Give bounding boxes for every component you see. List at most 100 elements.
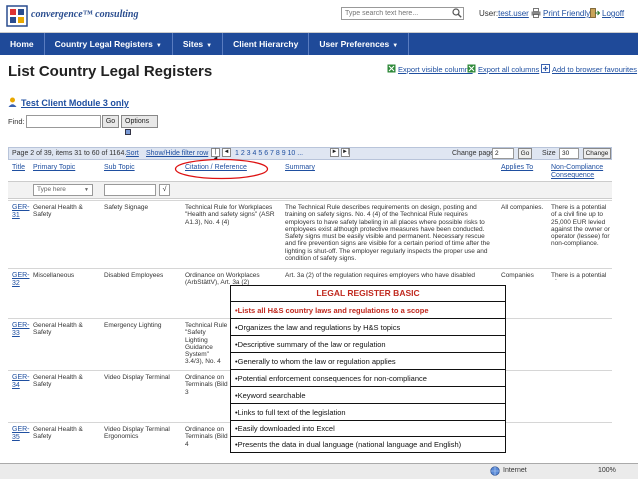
- filter-placeholder: Type here: [37, 186, 66, 193]
- row-id-link[interactable]: GER-33: [12, 322, 30, 338]
- excel-icon[interactable]: [467, 64, 476, 73]
- row-consequence: There is a potential of a civil fine up …: [551, 204, 610, 248]
- caret-down-icon: ▼: [206, 43, 213, 49]
- options-button[interactable]: Options: [121, 115, 158, 136]
- nav-hierarchy-label: Client Hierarchy: [233, 39, 299, 49]
- row-divider: [8, 268, 612, 269]
- nav-home[interactable]: Home: [0, 33, 45, 55]
- user-info: User:test.user: [479, 9, 529, 18]
- pager-info: Page 2 of 39, items 31 to 60 of 1164.: [12, 150, 127, 157]
- nav-sites-label: Sites: [182, 39, 204, 49]
- nav-client-hierarchy[interactable]: Client Hierarchy: [223, 33, 310, 55]
- user-icon: [8, 97, 17, 107]
- options-icon: [125, 129, 131, 136]
- header-primary-topic[interactable]: Primary Topic: [33, 164, 75, 172]
- row-primary-topic: General Health & Safety: [33, 322, 83, 337]
- row-consequence: There is a potential of a: [551, 272, 607, 280]
- excel-icon[interactable]: [387, 64, 396, 73]
- callout-item: •Potential enforcement consequences for …: [231, 369, 505, 386]
- caret-down-icon: ▼: [155, 43, 162, 49]
- add-to-favourites-link[interactable]: Add to browser favourites: [552, 65, 637, 74]
- export-all-columns-link[interactable]: Export all columns: [478, 65, 539, 74]
- header-summary[interactable]: Summary: [285, 164, 315, 172]
- callout-item: •Links to full text of the legislation: [231, 403, 505, 420]
- row-sub-topic: Disabled Employees: [104, 272, 164, 279]
- callout-item: •Lists all H&S country laws and regulati…: [231, 301, 505, 318]
- user-label: User:: [479, 9, 499, 18]
- chevron-down-icon: ▼: [84, 187, 89, 193]
- change-page-input[interactable]: 2: [492, 148, 514, 159]
- row-id-link[interactable]: GER-34: [12, 374, 30, 390]
- find-label: Find:: [8, 117, 25, 126]
- callout-item: •Easily downloaded into Excel: [231, 420, 505, 436]
- search-icon[interactable]: [452, 8, 462, 18]
- nav-sites[interactable]: Sites ▼: [173, 33, 224, 55]
- callout-title: LEGAL REGISTER BASIC: [316, 288, 420, 298]
- row-sub-topic: Emergency Lighting: [104, 322, 162, 329]
- row-applies-to: Companies: [501, 272, 534, 279]
- sort-link[interactable]: Sort: [126, 150, 139, 157]
- sub-topic-filter-input[interactable]: [104, 184, 156, 196]
- row-id-link[interactable]: GER-32: [12, 272, 30, 288]
- page-title: List Country Legal Registers: [8, 63, 213, 80]
- logoff-link[interactable]: Logoff: [602, 9, 624, 18]
- page-size-input[interactable]: 30: [559, 148, 579, 159]
- row-id-link[interactable]: GER-31: [12, 204, 30, 220]
- nav-user-preferences[interactable]: User Preferences ▼: [309, 33, 410, 55]
- next-page-button[interactable]: ►: [330, 148, 339, 157]
- header-title[interactable]: Title: [12, 164, 25, 172]
- search-input[interactable]: [341, 7, 464, 20]
- callout-item: •Organizes the law and regulations by H&…: [231, 318, 505, 335]
- row-sub-topic: Safety Signage: [104, 204, 149, 211]
- logoff-icon[interactable]: [590, 8, 600, 18]
- nav-home-label: Home: [10, 39, 34, 49]
- row-id-link[interactable]: GER-35: [12, 426, 30, 442]
- row-primary-topic: General Health & Safety: [33, 426, 83, 441]
- row-sub-topic: Video Display Terminal: [104, 374, 170, 381]
- callout-item: •Descriptive summary of the law or regul…: [231, 335, 505, 352]
- row-divider: [8, 200, 612, 201]
- page-number-links[interactable]: 1 2 3 4 5 6 7 8 9 10 ...: [235, 150, 303, 157]
- filter-apply-checkbox[interactable]: √: [159, 184, 170, 196]
- change-page-label: Change page:: [452, 150, 496, 157]
- header-sub-topic[interactable]: Sub Topic: [104, 164, 135, 172]
- module-link[interactable]: Test Client Module 3 only: [21, 98, 129, 108]
- first-page-button[interactable]: |◄: [211, 148, 220, 162]
- security-zone-label: Internet: [503, 467, 527, 474]
- nav-preferences-label: User Preferences: [319, 39, 390, 49]
- row-applies-to: All companies.: [501, 204, 544, 211]
- globe-icon: [490, 466, 500, 476]
- primary-topic-filter-select[interactable]: Type here ▼: [33, 184, 93, 196]
- last-page-button[interactable]: ►|: [341, 148, 350, 157]
- row-summary: The Technical Rule describes requirement…: [285, 204, 490, 263]
- filter-row: [8, 181, 612, 199]
- favourites-icon[interactable]: [541, 64, 550, 73]
- zoom-level[interactable]: 100%: [598, 467, 616, 474]
- callout-item: •Presents the data in dual language (nat…: [231, 436, 505, 452]
- user-name-link[interactable]: test.user: [498, 9, 529, 18]
- find-input[interactable]: [26, 115, 101, 128]
- printer-icon[interactable]: [531, 8, 541, 18]
- logo-text: convergence™ consulting: [31, 9, 139, 20]
- prev-page-button[interactable]: ◄: [222, 148, 231, 157]
- row-sub-topic: Video Display Terminal Ergonomics: [104, 426, 170, 441]
- highlight-ellipse: [174, 158, 269, 180]
- row-primary-topic: General Health & Safety: [33, 204, 83, 219]
- row-citation: Technical Rule for Workplaces "Health an…: [185, 204, 275, 226]
- nav-registers-label: Country Legal Registers: [54, 39, 153, 49]
- callout-item: •Generally to whom the law or regulation…: [231, 352, 505, 369]
- header-consequence[interactable]: Non-Compliance Consequence: [551, 164, 611, 180]
- header-applies-to[interactable]: Applies To: [501, 164, 533, 172]
- caret-down-icon: ▼: [392, 43, 399, 49]
- nav-country-legal-registers[interactable]: Country Legal Registers ▼: [45, 33, 173, 55]
- page-size-change-button[interactable]: Change: [583, 148, 611, 159]
- size-label: Size: [542, 150, 556, 157]
- print-friendly-link[interactable]: Print Friendly: [543, 9, 590, 18]
- main-nav: Home Country Legal Registers ▼ Sites ▼ Cli…: [0, 33, 638, 55]
- change-page-go-button[interactable]: Go: [518, 148, 532, 159]
- toggle-filter-row-link[interactable]: Show/Hide filter row: [146, 150, 208, 157]
- find-go-button[interactable]: Go: [102, 115, 119, 128]
- row-primary-topic: General Health & Safety: [33, 374, 83, 389]
- browser-status-bar: [0, 463, 638, 479]
- export-visible-columns-link[interactable]: Export visible columns: [398, 65, 473, 74]
